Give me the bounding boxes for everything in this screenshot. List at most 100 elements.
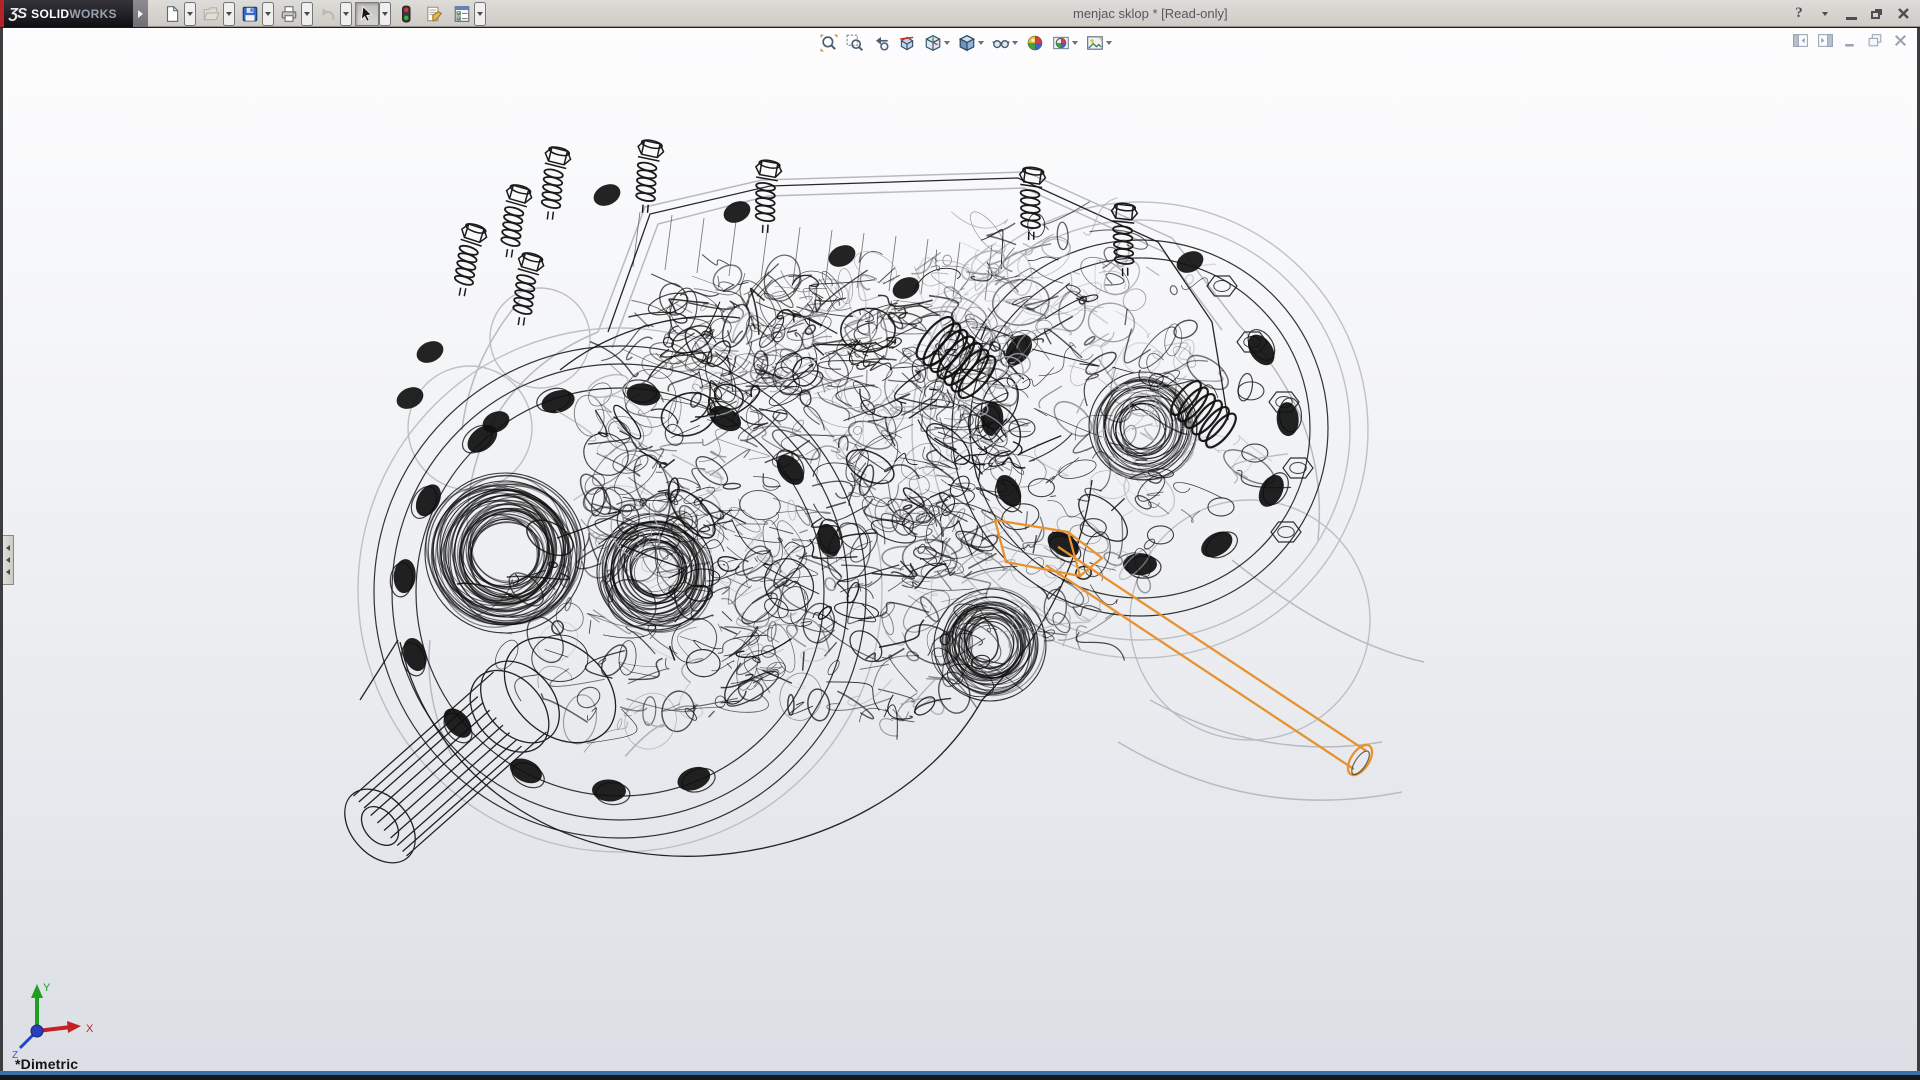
zoom-to-fit-icon bbox=[820, 34, 838, 52]
x-axis-arrowhead bbox=[67, 1021, 81, 1033]
close-window-button[interactable] bbox=[1892, 4, 1914, 24]
solidworks-window: ƷS SOLIDWORKS menjac sklop * [Read-only]… bbox=[0, 0, 1920, 1080]
document-title: menjac sklop * [Read-only] bbox=[1073, 6, 1228, 21]
help-dropdown-button[interactable] bbox=[1814, 4, 1836, 24]
options-checklist-icon bbox=[453, 5, 471, 23]
heads-up-toolbar bbox=[817, 31, 1115, 54]
section-view-icon bbox=[898, 34, 916, 52]
toolbar-dropdown-open-folder[interactable] bbox=[223, 2, 235, 26]
toolbar-dropdown-print[interactable] bbox=[301, 2, 313, 26]
toolbar-button-new-document[interactable] bbox=[160, 2, 184, 26]
viewport-canvas[interactable]: Y X Z *Dimetric bbox=[0, 28, 1920, 1071]
toolbar-button-save[interactable] bbox=[238, 2, 262, 26]
minimize-icon bbox=[1846, 17, 1857, 20]
undo-icon bbox=[319, 5, 337, 23]
headsup-button-previous-view[interactable] bbox=[869, 31, 893, 54]
headsup-button-view-settings[interactable] bbox=[1083, 31, 1115, 54]
headsup-button-zoom-to-fit[interactable] bbox=[817, 31, 841, 54]
expand-right-pane-button[interactable] bbox=[1816, 32, 1834, 48]
chevron-down-icon bbox=[1012, 41, 1018, 45]
toolbar-button-file-properties[interactable] bbox=[422, 2, 446, 26]
file-properties-icon bbox=[425, 5, 443, 23]
chevron-left-icon bbox=[6, 557, 10, 563]
logo-red-accent bbox=[0, 0, 4, 27]
toolbar-dropdown-new-document[interactable] bbox=[184, 2, 196, 26]
toolbar-button-select-cursor[interactable] bbox=[355, 2, 379, 26]
toolbar-button-open-folder[interactable] bbox=[199, 2, 223, 26]
chevron-down-icon bbox=[477, 12, 483, 16]
window-controls: ? bbox=[1788, 0, 1914, 27]
headsup-button-display-style[interactable] bbox=[955, 31, 987, 54]
model-svg bbox=[3, 28, 1917, 1071]
close-document-button[interactable] bbox=[1891, 32, 1909, 48]
view-orientation-label: *Dimetric bbox=[15, 1056, 78, 1071]
display-style-icon bbox=[958, 34, 976, 52]
titlebar: ƷS SOLIDWORKS menjac sklop * [Read-only]… bbox=[0, 0, 1920, 27]
window-bottom-edge bbox=[0, 1075, 1920, 1080]
minimize-document-button[interactable] bbox=[1841, 32, 1859, 48]
chevron-down-icon bbox=[1822, 12, 1828, 16]
chevron-down-icon bbox=[226, 12, 232, 16]
headsup-button-hide-show-items[interactable] bbox=[989, 31, 1021, 54]
restore-icon bbox=[1871, 11, 1880, 19]
print-icon bbox=[280, 5, 298, 23]
select-cursor-icon bbox=[358, 5, 376, 23]
restore-document-button[interactable] bbox=[1866, 32, 1884, 48]
toolbar-button-rebuild-traffic-light[interactable] bbox=[394, 2, 418, 26]
chevron-down-icon bbox=[978, 41, 984, 45]
triad-origin bbox=[31, 1025, 43, 1037]
toolbar-dropdown-options-checklist[interactable] bbox=[474, 2, 486, 26]
headsup-button-apply-scene[interactable] bbox=[1049, 31, 1081, 54]
close-icon bbox=[1897, 7, 1910, 20]
feature-tree-collapse-handle[interactable] bbox=[3, 535, 14, 585]
headsup-button-view-orientation[interactable] bbox=[921, 31, 953, 54]
chevron-down-icon bbox=[1072, 41, 1078, 45]
rebuild-traffic-light-icon bbox=[397, 5, 415, 23]
collapse-left-pane-button[interactable] bbox=[1791, 32, 1809, 48]
minimize-window-button[interactable] bbox=[1840, 4, 1862, 24]
restore-window-button[interactable] bbox=[1866, 4, 1888, 24]
y-axis-label: Y bbox=[43, 982, 51, 994]
zoom-to-area-icon bbox=[846, 34, 864, 52]
flyout-arrow-icon bbox=[138, 10, 143, 18]
x-axis-label: X bbox=[86, 1023, 94, 1035]
chevron-down-icon bbox=[304, 12, 310, 16]
brand-works: WORKS bbox=[69, 7, 117, 21]
orientation-triad: Y X Z bbox=[7, 978, 102, 1068]
chevron-down-icon bbox=[343, 12, 349, 16]
help-button[interactable]: ? bbox=[1788, 4, 1810, 24]
chevron-down-icon bbox=[1106, 41, 1112, 45]
toolbar-dropdown-save[interactable] bbox=[262, 2, 274, 26]
chevron-down-icon bbox=[265, 12, 271, 16]
save-icon bbox=[241, 5, 259, 23]
main-toolbar bbox=[160, 0, 489, 27]
brand-solid: SOLID bbox=[31, 7, 69, 21]
chevron-down-icon bbox=[944, 41, 950, 45]
edit-appearance-icon bbox=[1026, 34, 1044, 52]
toolbar-dropdown-select-cursor[interactable] bbox=[379, 2, 391, 26]
y-axis-arrowhead bbox=[31, 984, 43, 998]
view-settings-icon bbox=[1086, 34, 1104, 52]
previous-view-icon bbox=[872, 34, 890, 52]
dassault-3ds-logo-mark: ƷS bbox=[9, 5, 26, 22]
view-orientation-icon bbox=[924, 34, 942, 52]
apply-scene-icon bbox=[1052, 34, 1070, 52]
toolbar-button-print[interactable] bbox=[277, 2, 301, 26]
toolbar-dropdown-undo[interactable] bbox=[340, 2, 352, 26]
document-window-controls bbox=[1791, 32, 1909, 48]
chevron-left-icon bbox=[6, 569, 10, 575]
headsup-button-section-view[interactable] bbox=[895, 31, 919, 54]
headsup-button-edit-appearance[interactable] bbox=[1023, 31, 1047, 54]
new-document-icon bbox=[163, 5, 181, 23]
chevron-left-icon bbox=[6, 545, 10, 551]
selected-component-rod[interactable] bbox=[995, 520, 1377, 779]
open-folder-icon bbox=[202, 5, 220, 23]
hide-show-items-icon bbox=[992, 34, 1010, 52]
solidworks-logo: ƷS SOLIDWORKS bbox=[0, 0, 133, 27]
toolbar-button-options-checklist[interactable] bbox=[450, 2, 474, 26]
headsup-button-zoom-to-area[interactable] bbox=[843, 31, 867, 54]
toolbar-button-undo[interactable] bbox=[316, 2, 340, 26]
toolbar-flyout-button[interactable] bbox=[133, 0, 148, 27]
chevron-down-icon bbox=[187, 12, 193, 16]
chevron-down-icon bbox=[382, 12, 388, 16]
